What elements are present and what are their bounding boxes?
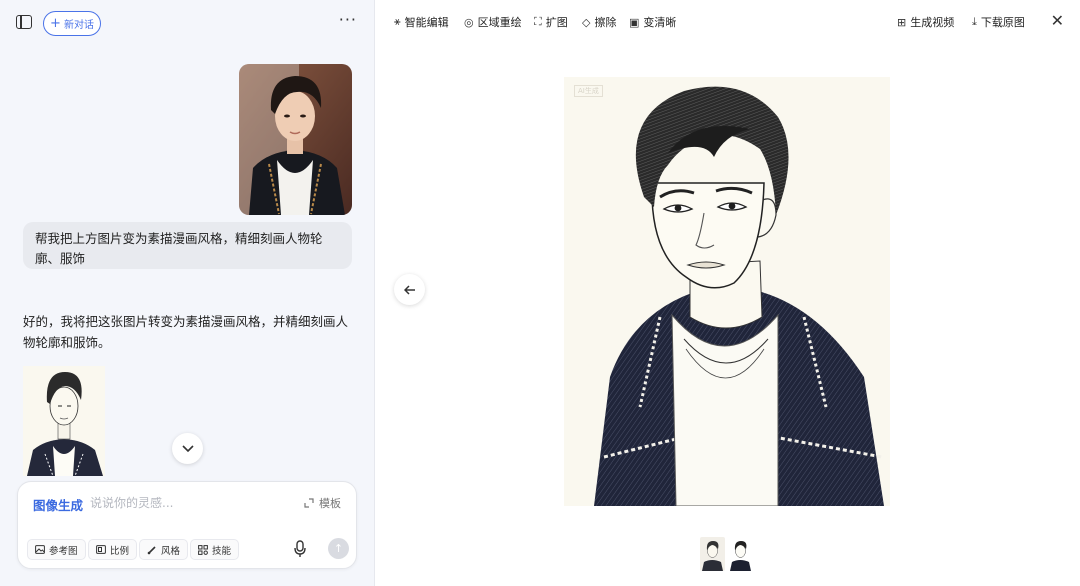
more-icon[interactable]: ··· xyxy=(339,12,357,28)
repaint-icon: ◎ xyxy=(464,15,474,29)
reference-image-chip[interactable]: 参考图 xyxy=(27,539,86,560)
previous-image-button[interactable] xyxy=(394,274,425,305)
skill-label: 技能 xyxy=(212,545,232,557)
expand-icon xyxy=(304,498,314,508)
region-repaint-label: 区域重绘 xyxy=(477,16,522,29)
plus-icon: + xyxy=(50,16,61,31)
eraser-icon: ◇ xyxy=(582,15,591,29)
ratio-label: 比例 xyxy=(110,545,130,557)
thumbnail-sketch[interactable] xyxy=(728,537,753,571)
prompt-input[interactable] xyxy=(90,493,280,513)
style-chip[interactable]: 风格 xyxy=(139,539,189,560)
new-chat-label: 新对话 xyxy=(63,20,94,31)
smart-edit-button[interactable]: ⚹ 智能编辑 xyxy=(394,14,449,30)
arrow-left-icon xyxy=(403,284,415,295)
reference-label: 参考图 xyxy=(49,545,78,557)
skill-chip[interactable]: 技能 xyxy=(190,539,240,560)
chat-panel: + 新对话 ··· 帮我把上方图片变为素描漫画风格，精细刻画人物轮廓、服饰 好的… xyxy=(0,0,375,586)
generated-image-thumbnail[interactable] xyxy=(23,366,105,476)
assistant-message: 好的，我将把这张图片转变为素描漫画风格，并精细刻画人物轮廓和服饰。 xyxy=(23,314,349,350)
scroll-down-button[interactable] xyxy=(172,433,203,464)
generate-video-button[interactable]: ⊞ 生成视频 xyxy=(897,14,954,30)
image-viewer: ⚹ 智能编辑 ◎ 区域重绘 ⛶ 扩图 ◇ 擦除 ▣ 变清晰 ⊞ 生成视频 ⤓ 下… xyxy=(376,0,1080,586)
smart-edit-label: 智能编辑 xyxy=(404,16,449,29)
thumbnail-original[interactable] xyxy=(700,537,725,571)
erase-button[interactable]: ◇ 擦除 xyxy=(582,14,616,30)
template-label: 模板 xyxy=(319,497,341,510)
ratio-chip[interactable]: 比例 xyxy=(88,539,138,560)
style-label: 风格 xyxy=(161,545,181,557)
microphone-icon[interactable] xyxy=(294,540,306,558)
ratio-icon xyxy=(96,545,106,554)
expand-icon: ⛶ xyxy=(534,15,542,28)
sharpen-label: 变清晰 xyxy=(643,16,677,29)
chat-topbar: + 新对话 ··· xyxy=(0,0,375,46)
composer: 图像生成 模板 参考图 比例 风格 技能 ↑ xyxy=(17,481,357,569)
magic-wand-icon: ⚹ xyxy=(394,15,401,28)
user-message-bubble: 帮我把上方图片变为素描漫画风格，精细刻画人物轮廓、服饰 xyxy=(23,222,352,269)
brush-icon xyxy=(147,545,156,554)
mode-label[interactable]: 图像生成 xyxy=(33,495,83,514)
new-chat-button[interactable]: + 新对话 xyxy=(43,11,101,36)
sidebar-toggle-icon[interactable] xyxy=(16,15,32,29)
erase-label: 擦除 xyxy=(594,16,617,29)
chevron-down-icon xyxy=(181,444,194,452)
expand-label: 扩图 xyxy=(545,16,568,29)
download-label: 下载原图 xyxy=(980,16,1025,29)
download-icon: ⤓ xyxy=(972,15,977,28)
close-icon[interactable]: ✕ xyxy=(1051,11,1064,30)
hd-icon: ▣ xyxy=(629,15,640,29)
download-button[interactable]: ⤓ 下载原图 xyxy=(972,14,1025,30)
user-uploaded-image[interactable] xyxy=(239,64,352,215)
send-icon: ↑ xyxy=(333,542,344,555)
expand-image-button[interactable]: ⛶ 扩图 xyxy=(534,14,568,30)
generate-video-label: 生成视频 xyxy=(910,16,955,29)
generated-sketch-image: AI生成 xyxy=(564,77,890,506)
region-repaint-button[interactable]: ◎ 区域重绘 xyxy=(464,14,522,30)
image-icon xyxy=(35,545,45,554)
send-button[interactable]: ↑ xyxy=(328,538,349,559)
sharpen-button[interactable]: ▣ 变清晰 xyxy=(629,14,676,30)
video-icon: ⊞ xyxy=(897,15,907,29)
template-button[interactable]: 模板 xyxy=(304,495,341,511)
watermark: AI生成 xyxy=(574,85,603,97)
grid-icon xyxy=(198,544,208,555)
